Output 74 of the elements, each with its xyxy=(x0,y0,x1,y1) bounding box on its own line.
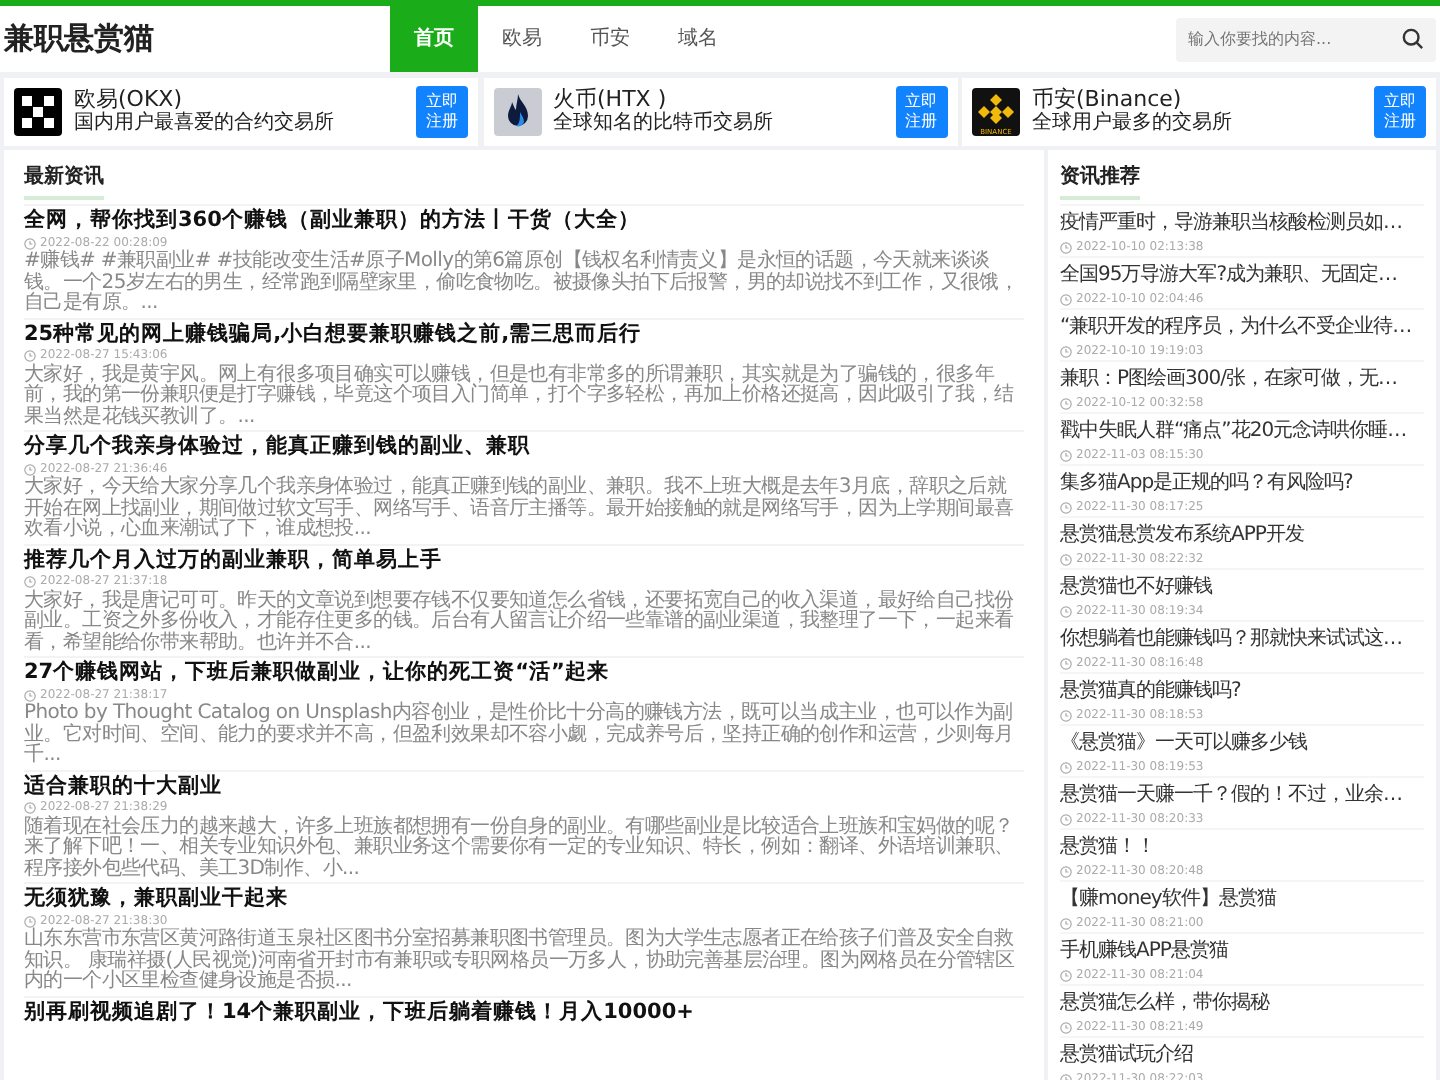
article-excerpt: 大家好，我是唐记可可。昨天的文章说到想要存钱不仅要知道怎么省钱，还要拓宽自己的收入渠道，最好给自己找份副业。工资之外多份收入，才能存住更多的钱。后台有人留言让介绍一些靠谱的副业渠道，我整理了一下，一起来看看，希望能给你带来帮助。也许并不合... xyxy=(24,591,1016,654)
article-link[interactable]: 兼职：P图绘画300/张，在家可做，无… xyxy=(1060,368,1397,392)
nav-link[interactable]: 域名 xyxy=(654,6,742,72)
nav-link[interactable]: 欧易 xyxy=(478,6,566,72)
article-link[interactable]: 集多猫App是正规的吗？有风险吗? xyxy=(1060,472,1353,496)
clock-icon xyxy=(1060,449,1072,461)
clock-icon xyxy=(1060,865,1072,877)
clock-icon xyxy=(1060,969,1072,981)
clock-icon xyxy=(1060,293,1072,305)
clock-icon xyxy=(24,915,36,927)
search-field[interactable]: 输入你要找的内容... xyxy=(1176,17,1436,61)
clock-icon xyxy=(24,802,36,814)
article-link[interactable]: 【赚money软件】悬赏猫 xyxy=(1060,888,1276,912)
exchange-description: 国内用户最喜爱的合约交易所 xyxy=(74,112,334,136)
nav-link[interactable]: 币安 xyxy=(566,6,654,72)
article-link[interactable]: 《悬赏猫》一天可以赚多少钱 xyxy=(1060,732,1307,756)
clock-icon xyxy=(1060,709,1072,721)
register-button[interactable]: 立即注册 xyxy=(895,85,947,137)
clock-icon xyxy=(1060,761,1072,773)
exchange-name: 币安(Binance) xyxy=(1032,86,1182,112)
clock-icon xyxy=(1060,241,1072,253)
article-link[interactable]: 悬赏猫悬赏发布系统APP开发 xyxy=(1060,524,1304,548)
article-link[interactable]: “兼职开发的程序员，为什么不受企业待… xyxy=(1060,316,1412,340)
clock-icon xyxy=(1060,657,1072,669)
clock-icon xyxy=(24,463,36,475)
flame-logo-icon xyxy=(493,87,541,135)
article-link[interactable]: 疫情严重时，导游兼职当核酸检测员如… xyxy=(1060,212,1402,236)
clock-icon xyxy=(1060,605,1072,617)
section-title: 资讯推荐 xyxy=(1060,162,1140,200)
article-title[interactable]: 别再刷视频追剧了！14个兼职副业，下班后躺着赚钱！月入10000+ xyxy=(24,999,1023,1025)
register-button[interactable]: 立即注册 xyxy=(416,85,468,137)
exchange-description: 全球知名的比特币交易所 xyxy=(553,112,773,136)
clock-icon xyxy=(24,689,36,701)
section-title: 最新资讯 xyxy=(24,162,104,200)
article-link[interactable]: 悬赏猫怎么样，带你揭秘 xyxy=(1060,992,1269,1016)
checker-logo-icon xyxy=(14,87,62,135)
article-link[interactable]: 悬赏猫也不好赚钱 xyxy=(1060,576,1212,600)
article-title[interactable]: 25种常见的网上赚钱骗局,小白想要兼职赚钱之前,需三思而后行 xyxy=(24,321,1023,347)
article-title[interactable]: 分享几个我亲身体验过，能真正赚到钱的副业、兼职 xyxy=(24,434,1023,460)
article-link[interactable]: 手机赚钱APP悬赏猫 xyxy=(1060,940,1228,964)
article-link[interactable]: 悬赏猫试玩介绍 xyxy=(1060,1044,1193,1068)
clock-icon xyxy=(1060,1021,1072,1033)
article-link[interactable]: 全国95万导游大军?成为兼职、无固定… xyxy=(1060,264,1398,288)
article-link[interactable]: 戳中失眠人群“痛点”花20元念诗哄你睡… xyxy=(1060,420,1407,444)
article-excerpt: 大家好，我是黄宇风。网上有很多项目确实可以赚钱，但是也有非常多的所谓兼职，其实就是为了骗钱的，很多年前，我的第一份兼职便是打字赚钱，毕竟这个项目入门简单，打个字多轻松，再加上价格还挺高，因此吸引了我，结果当然是花钱买教训了。... xyxy=(24,365,1016,428)
clock-icon xyxy=(24,576,36,588)
exchange-name: 欧易(OKX) xyxy=(74,86,182,112)
article-link[interactable]: 悬赏猫！！ xyxy=(1060,836,1155,860)
article-excerpt: 随着现在社会压力的越来越大，许多上班族都想拥有一份自身的副业。有哪些副业是比较适合上班族和宝妈做的呢？来了解下吧！一、相关专业知识外包、兼职业务这个需要你有一定的专业知识、特长，例如：翻译、外语培训兼职、程序接外包些代码、美工3D制作、小... xyxy=(24,817,1016,880)
site-logo: 兼职悬赏猫 xyxy=(4,18,154,61)
article-title[interactable]: 27个赚钱网站，下班后兼职做副业，让你的死工资“活”起来 xyxy=(24,660,1023,686)
clock-icon xyxy=(1060,553,1072,565)
clock-icon xyxy=(1060,345,1072,357)
clock-icon xyxy=(1060,917,1072,929)
clock-icon xyxy=(1060,813,1072,825)
article-link[interactable]: 悬赏猫一天赚一千？假的！不过，业余… xyxy=(1060,784,1402,808)
clock-icon xyxy=(1060,501,1072,513)
clock-icon xyxy=(24,237,36,249)
exchange-description: 全球用户最多的交易所 xyxy=(1032,112,1232,136)
register-button[interactable]: 立即注册 xyxy=(1374,85,1426,137)
article-title[interactable]: 全网，帮你找到360个赚钱（副业兼职）的方法丨干货（大全） xyxy=(24,208,1023,234)
article-excerpt: 山东东营市东营区黄河路街道玉泉社区图书分室招募兼职图书管理员。图为大学生志愿者正在给孩子们普及安全自救知识。 康瑞祥摄(人民视觉)河南省开封市有兼职或专职网格员一万多人，协助完善基层治理。图为网格员在分管辖区内的一个小区里检查健身设施是否损... xyxy=(24,930,1017,993)
article-excerpt: Photo by Thought Catalog on Unsplash内容创业，是性价比十分高的赚钱方法，既可以当成主业，也可以作为副业。它对时间、空间、能力的要求并不高，但盈利效果却不容小觑，完成养号后，坚持正确的创作和运营，少则每月千... xyxy=(24,704,1016,767)
article-link[interactable]: 悬赏猫真的能赚钱吗? xyxy=(1060,680,1241,704)
clock-icon xyxy=(24,350,36,362)
clock-icon xyxy=(1060,397,1072,409)
search-icon[interactable] xyxy=(1402,28,1424,50)
article-excerpt: 大家好，今天给大家分享几个我亲身体验过，能真正赚到钱的副业、兼职。我不上班大概是去年3月底，辞职之后就开始在网上找副业，期间做过软文写手、网络写手、语音厅主播等。最开始接触的就是网络写手，因为上学期间最喜欢看小说，心血来潮试了下，谁成想投... xyxy=(24,478,1016,541)
article-title[interactable]: 推荐几个月入过万的副业兼职，简单易上手 xyxy=(24,547,1023,573)
article-title[interactable]: 适合兼职的十大副业 xyxy=(24,773,1023,799)
article-title[interactable]: 无须犹豫，兼职副业干起来 xyxy=(24,886,1023,912)
article-link[interactable]: 你想躺着也能赚钱吗？那就快来试试这… xyxy=(1060,628,1402,652)
exchange-name: 火币(HTX ) xyxy=(553,86,667,112)
article-excerpt: #赚钱# #兼职副业# #技能改变生活#原子Molly的第6篇原创【钱权名利情责义】是永恒的话题，今天就来谈谈钱。一个25岁左右的男生，经常跑到隔壁家里，偷吃食物吃。被摄像头拍下后报警，男的却说找不到工作，又很饿，自己是有原。... xyxy=(24,252,1021,315)
